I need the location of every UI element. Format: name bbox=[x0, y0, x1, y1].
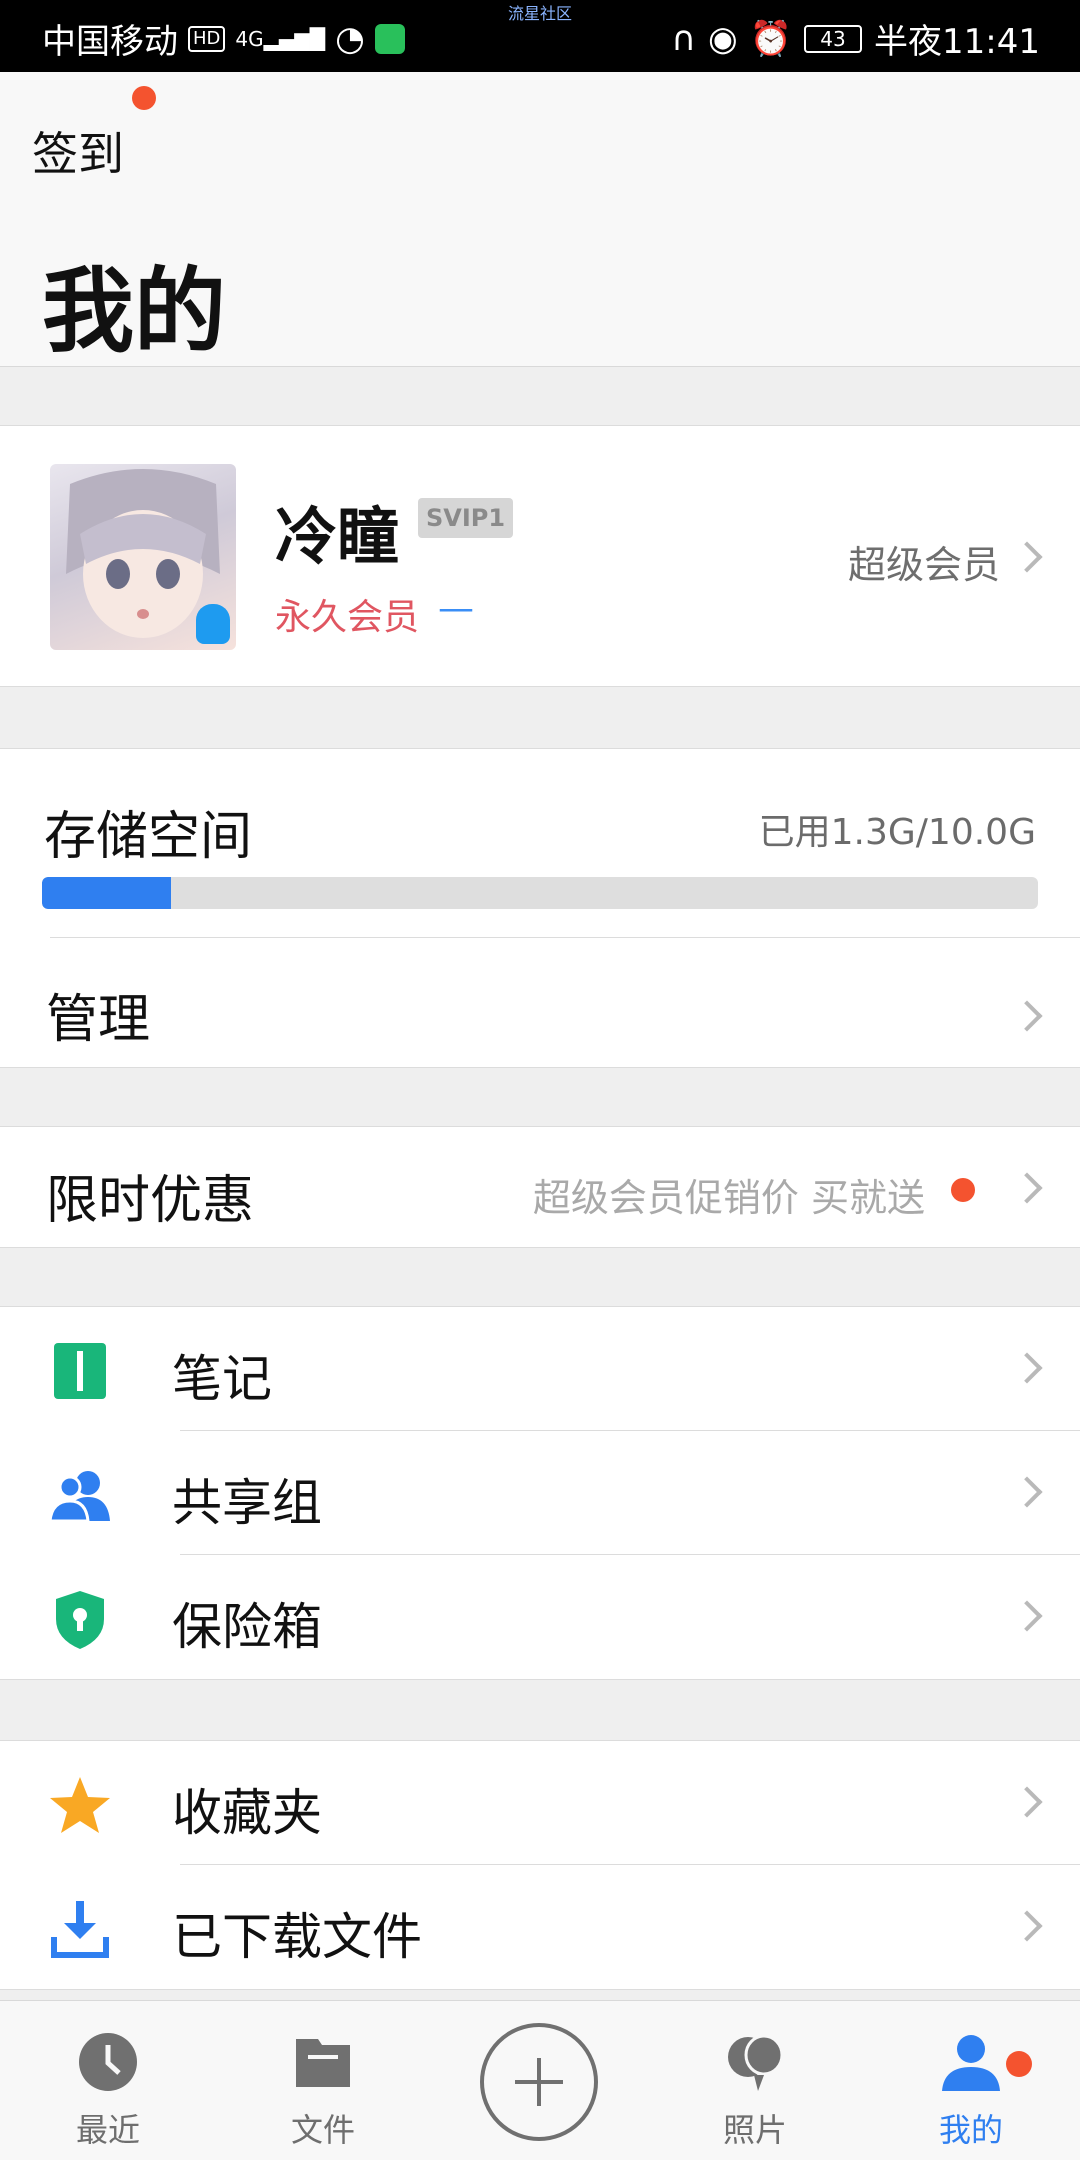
list-item-label: 笔记 bbox=[172, 1350, 272, 1408]
promo-title: 限时优惠 bbox=[46, 1171, 255, 1231]
tab-photos[interactable]: 照片 bbox=[680, 2031, 830, 2151]
tab-label: 我的 bbox=[938, 2111, 1003, 2149]
page-title: 我的 bbox=[42, 258, 227, 365]
chevron-right-icon bbox=[1011, 1786, 1043, 1818]
checkin-button[interactable]: 签到 bbox=[32, 118, 124, 184]
username: 冷瞳 bbox=[275, 500, 400, 573]
promo-subtitle: 超级会员促销价 买就送 bbox=[532, 1176, 925, 1220]
list-item-label: 已下载文件 bbox=[172, 1908, 422, 1966]
checkin-notification-dot bbox=[132, 86, 156, 110]
promo-notification-dot bbox=[951, 1178, 975, 1202]
tab-files[interactable]: 文件 bbox=[248, 2031, 398, 2151]
list-item-safe-box[interactable]: 保险箱 bbox=[0, 1555, 1080, 1679]
list-item-downloads[interactable]: 已下载文件 bbox=[0, 1865, 1080, 1989]
photo-icon bbox=[728, 2034, 784, 2091]
person-icon bbox=[942, 2035, 1000, 2091]
tab-label: 最近 bbox=[75, 2111, 140, 2149]
download-icon bbox=[51, 1901, 109, 1958]
membership-label: 永久会员 bbox=[275, 597, 420, 638]
chevron-right-icon bbox=[1011, 1352, 1043, 1384]
headphone-icon: ∩ bbox=[671, 18, 696, 59]
storage-used-text: 已用1.3G/10.0G bbox=[758, 812, 1036, 853]
tab-recent[interactable]: 最近 bbox=[33, 2031, 183, 2151]
app-notification-icon bbox=[374, 23, 405, 54]
time-label: 半夜11:41 bbox=[874, 22, 1040, 62]
chevron-right-icon bbox=[1011, 1172, 1043, 1204]
eye-icon: ◉ bbox=[708, 18, 738, 59]
chevron-right-icon bbox=[1011, 1476, 1043, 1508]
tab-label: 文件 bbox=[290, 2111, 355, 2149]
alarm-icon: ⏰ bbox=[749, 18, 793, 59]
bottom-tab-bar: 最近 文件 照片 我的 bbox=[0, 2000, 1080, 2160]
safe-box-icon bbox=[56, 1591, 104, 1649]
carrier-label: 中国移动 bbox=[42, 22, 178, 62]
avatar[interactable] bbox=[50, 464, 236, 650]
chevron-right-icon bbox=[1011, 541, 1043, 573]
star-icon bbox=[50, 1777, 110, 1833]
chevron-right-icon bbox=[1011, 1600, 1043, 1632]
qq-icon bbox=[196, 604, 230, 644]
manage-button[interactable]: 管理 bbox=[46, 977, 150, 1052]
storage-progress-bar bbox=[42, 877, 1038, 909]
hd-icon: HD bbox=[188, 25, 226, 52]
membership-extra: — bbox=[438, 588, 474, 629]
svip-badge: SVIP1 bbox=[418, 498, 514, 538]
clock-icon bbox=[79, 2033, 137, 2091]
list-item-label: 保险箱 bbox=[172, 1598, 322, 1656]
tab-label: 照片 bbox=[722, 2111, 787, 2149]
divider bbox=[50, 937, 1080, 938]
super-member-link[interactable]: 超级会员 bbox=[848, 534, 1000, 589]
storage-title: 存储空间 bbox=[44, 807, 253, 867]
list-item-label: 共享组 bbox=[172, 1474, 322, 1532]
list-item-share-group[interactable]: 共享组 bbox=[0, 1431, 1080, 1555]
storage-progress-fill bbox=[42, 877, 172, 909]
folder-icon bbox=[296, 2039, 350, 2087]
list-item-favorites[interactable]: 收藏夹 bbox=[0, 1741, 1080, 1865]
list-item-label: 收藏夹 bbox=[172, 1784, 322, 1842]
note-icon bbox=[54, 1343, 106, 1399]
more-list: 收藏夹 已下载文件 bbox=[0, 1740, 1080, 1990]
battery-icon: 43 bbox=[804, 24, 863, 53]
status-bar: 流星社区 中国移动 HD 4G▂▄▆█ ◔ ∩ ◉ ⏰ 43 半夜11:41 bbox=[0, 0, 1080, 72]
chevron-right-icon bbox=[1011, 1910, 1043, 1942]
status-right: ∩ ◉ ⏰ 43 半夜11:41 bbox=[671, 14, 1040, 63]
tab-notification-dot bbox=[1006, 2051, 1032, 2077]
promo-card[interactable]: 限时优惠 超级会员促销价 买就送 bbox=[0, 1126, 1080, 1248]
wifi-icon: ◔ bbox=[335, 18, 365, 59]
page-header: 签到 我的 bbox=[0, 72, 1080, 367]
list-item-notes[interactable]: 笔记 bbox=[0, 1307, 1080, 1431]
tab-mine[interactable]: 我的 bbox=[896, 2031, 1046, 2151]
profile-card[interactable]: 冷瞳 SVIP1 永久会员 — 超级会员 bbox=[0, 425, 1080, 687]
storage-card: 存储空间 已用1.3G/10.0G 管理 bbox=[0, 748, 1080, 1068]
status-left: 中国移动 HD 4G▂▄▆█ ◔ bbox=[42, 14, 405, 63]
add-button[interactable] bbox=[480, 2023, 598, 2141]
add-icon bbox=[515, 2058, 563, 2106]
tools-list: 笔记 共享组 保险箱 bbox=[0, 1306, 1080, 1680]
chevron-right-icon bbox=[1011, 1000, 1043, 1032]
share-group-icon bbox=[48, 1471, 110, 1523]
signal-icon: 4G▂▄▆█ bbox=[235, 26, 326, 51]
